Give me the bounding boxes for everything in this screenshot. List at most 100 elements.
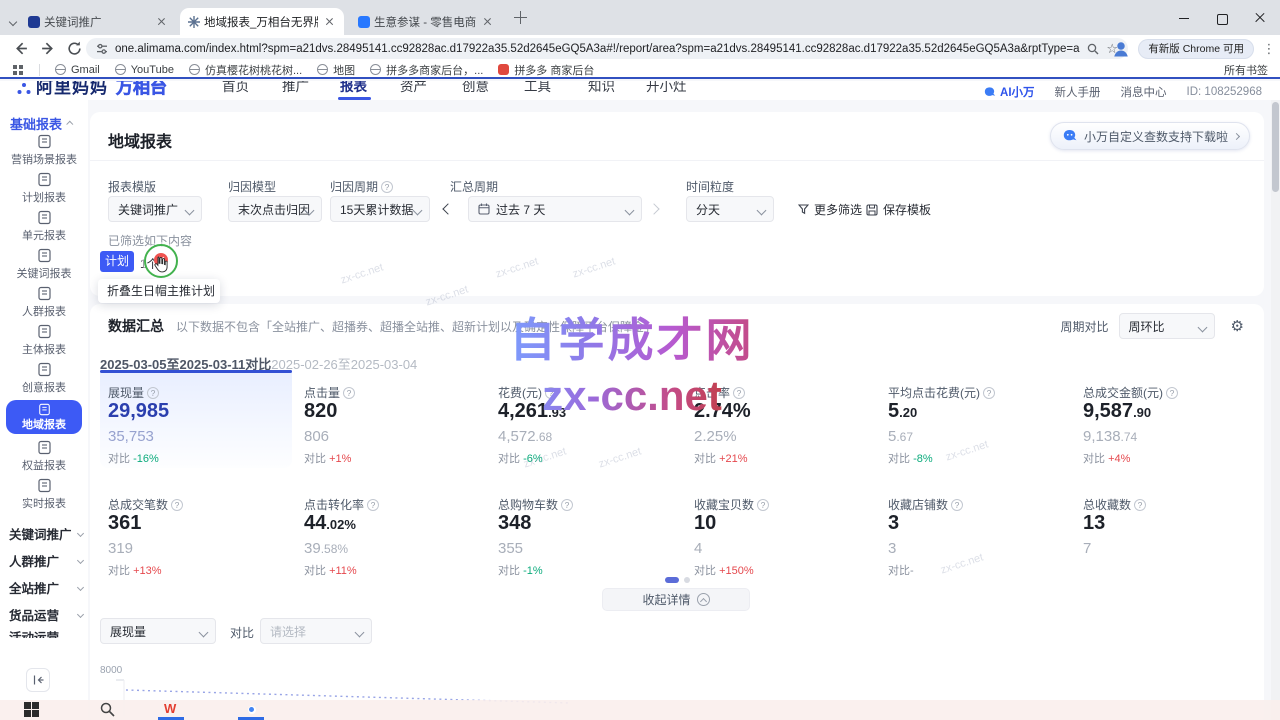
sidebar-item-plan-report[interactable]: 计划报表: [4, 172, 84, 205]
xiaowan-promo-button[interactable]: 小万自定义查数支持下载啦: [1050, 122, 1250, 150]
chart-compare-select[interactable]: 请选择: [260, 618, 372, 644]
sidebar-item-keyword-report[interactable]: 关键词报表: [4, 248, 84, 281]
stat-card-orders[interactable]: 总成交笔数 361 319 对比 +13%: [100, 482, 292, 580]
help-icon[interactable]: [983, 387, 995, 399]
sidebar-collapse-button[interactable]: [26, 668, 50, 692]
sidebar-section-activity-ops-clipped[interactable]: 活动运营: [9, 627, 83, 638]
message-center-link[interactable]: 消息中心: [1121, 84, 1167, 100]
carousel-dot[interactable]: [684, 577, 690, 583]
window-minimize-button[interactable]: [1178, 12, 1190, 24]
help-icon[interactable]: [951, 499, 963, 511]
address-bar[interactable]: one.alimama.com/index.html?spm=a21dvs.28…: [86, 38, 1128, 59]
sidebar-item-subject-report[interactable]: 主体报表: [4, 324, 84, 357]
nav-item-promote[interactable]: 推广: [282, 81, 309, 95]
nav-item-tools[interactable]: 工具: [524, 81, 551, 95]
nav-item-home[interactable]: 首页: [222, 81, 249, 95]
profile-avatar-icon[interactable]: [1112, 40, 1130, 58]
stat-card-impressions[interactable]: 展现量 29,985 35,753 对比 -16%: [100, 370, 292, 468]
page-scrollbar[interactable]: [1271, 100, 1280, 720]
stat-card-cvr[interactable]: 点击转化率 44.02% 39.58% 对比 +11%: [296, 482, 488, 580]
date-prev-arrow[interactable]: [442, 203, 453, 214]
bookmark-item[interactable]: 仿真樱花树桃花树...: [189, 62, 302, 78]
help-icon[interactable]: [171, 499, 183, 511]
stat-card-ctr[interactable]: 点击率 2.74% 2.25% 对比 +21%: [686, 370, 878, 468]
sidebar-item-marketing-scene-report[interactable]: 营销场景报表: [4, 134, 84, 167]
taskbar-search-icon[interactable]: [100, 702, 115, 717]
scrollbar-thumb[interactable]: [1272, 102, 1279, 192]
stat-card-total-favorites[interactable]: 总收藏数 13 7: [1075, 482, 1267, 580]
stat-card-avg-cpc[interactable]: 平均点击花费(元) 5.20 5.67 对比 -8%: [880, 370, 1072, 468]
help-icon[interactable]: [1134, 499, 1146, 511]
stat-card-item-favorites[interactable]: 收藏宝贝数 10 4 对比 +150%: [686, 482, 878, 580]
windows-start-icon[interactable]: [24, 702, 39, 717]
tab-close-icon[interactable]: [480, 15, 494, 29]
date-range-select[interactable]: 过去 7 天: [468, 196, 642, 222]
bookmark-item[interactable]: 拼多多 商家后台: [498, 62, 594, 78]
newbie-guide-link[interactable]: 新人手册: [1055, 84, 1101, 100]
period-compare-select[interactable]: 周环比: [1119, 313, 1215, 339]
carousel-dots[interactable]: [90, 572, 1264, 586]
tab-close-icon[interactable]: [322, 15, 336, 29]
stat-card-gmv[interactable]: 总成交金额(元) 9,587.90 9,138.74 对比 +4%: [1075, 370, 1267, 468]
sidebar-section-goods-ops[interactable]: 货品运营: [9, 605, 83, 624]
sidebar-section-audience-promo[interactable]: 人群推广: [9, 551, 83, 570]
attribution-model-select[interactable]: 末次点击归因: [228, 196, 322, 222]
browser-tab-active[interactable]: 地域报表_万相台无界版: [180, 8, 344, 35]
sidebar-item-region-report-active[interactable]: 地域报表: [6, 400, 82, 434]
help-icon[interactable]: [545, 387, 557, 399]
bookmark-item[interactable]: 拼多多商家后台，...: [370, 62, 483, 78]
attribution-period-select[interactable]: 15天累计数据: [330, 196, 430, 222]
new-tab-button[interactable]: [514, 11, 527, 24]
help-icon[interactable]: [367, 499, 379, 511]
apps-grid-icon[interactable]: [12, 64, 24, 76]
browser-tab[interactable]: 关键词推广: [20, 8, 176, 35]
nav-item-creative[interactable]: 创意: [462, 81, 489, 95]
nav-item-asset[interactable]: 资产: [400, 81, 427, 95]
collapse-details-button[interactable]: 收起详情: [602, 588, 750, 611]
wps-taskbar-icon[interactable]: W: [164, 701, 176, 716]
help-icon[interactable]: [381, 181, 393, 193]
help-icon[interactable]: [757, 499, 769, 511]
forward-icon[interactable]: [40, 40, 57, 57]
window-close-button[interactable]: [1254, 12, 1266, 24]
site-settings-icon[interactable]: [96, 43, 108, 55]
sidebar-item-rights-report[interactable]: 权益报表: [4, 440, 84, 473]
nav-item-report[interactable]: 报表: [340, 81, 367, 95]
gear-icon[interactable]: ⚙: [1231, 317, 1244, 335]
granularity-select[interactable]: 分天: [686, 196, 774, 222]
save-template-button[interactable]: 保存模板: [866, 201, 931, 218]
stat-card-shop-favorites[interactable]: 收藏店铺数 3 3 对比-: [880, 482, 1072, 580]
bookmark-item[interactable]: YouTube: [115, 64, 174, 76]
stat-card-clicks[interactable]: 点击量 820 806 对比 +1%: [296, 370, 488, 468]
window-maximize-button[interactable]: [1216, 12, 1228, 24]
nav-item-knowledge[interactable]: 知识: [588, 81, 615, 95]
help-icon[interactable]: [343, 387, 355, 399]
date-next-arrow[interactable]: [648, 203, 659, 214]
zoom-icon[interactable]: [1087, 43, 1099, 55]
refresh-icon[interactable]: [66, 40, 83, 57]
plan-filter-chip[interactable]: 计划: [100, 251, 134, 272]
back-icon[interactable]: [12, 40, 29, 57]
sidebar-section-basic-reports[interactable]: 基础报表: [10, 114, 73, 133]
sidebar-item-unit-report[interactable]: 单元报表: [4, 210, 84, 243]
browser-tab[interactable]: 生意参谋 - 零售电商大数据产...: [350, 8, 502, 35]
chrome-update-chip[interactable]: 有新版 Chrome 可用: [1138, 39, 1254, 59]
bookmark-item[interactable]: 地图: [317, 62, 355, 78]
help-icon[interactable]: [147, 387, 159, 399]
chart-metric-select[interactable]: 展现量: [100, 618, 216, 644]
template-select[interactable]: 关键词推广: [108, 196, 202, 222]
nav-item-extra[interactable]: 开小灶: [646, 81, 687, 95]
tab-close-icon[interactable]: [154, 15, 168, 29]
sidebar-item-realtime-report[interactable]: 实时报表: [4, 478, 84, 511]
more-filters-button[interactable]: 更多筛选: [798, 201, 862, 218]
stat-card-cost[interactable]: 花费(元) 4,261.93 4,572.68 对比 -6%: [490, 370, 682, 468]
bookmark-item[interactable]: Gmail: [55, 64, 100, 76]
sidebar-item-creative-report[interactable]: 创意报表: [4, 362, 84, 395]
carousel-dot-active[interactable]: [665, 577, 679, 583]
help-icon[interactable]: [733, 387, 745, 399]
sidebar-item-audience-report[interactable]: 人群报表: [4, 286, 84, 319]
stat-card-carts[interactable]: 总购物车数 348 355 对比 -1%: [490, 482, 682, 580]
help-icon[interactable]: [561, 499, 573, 511]
all-bookmarks-button[interactable]: 所有书签: [1224, 62, 1268, 78]
sidebar-section-sitewide-promo[interactable]: 全站推广: [9, 578, 83, 597]
